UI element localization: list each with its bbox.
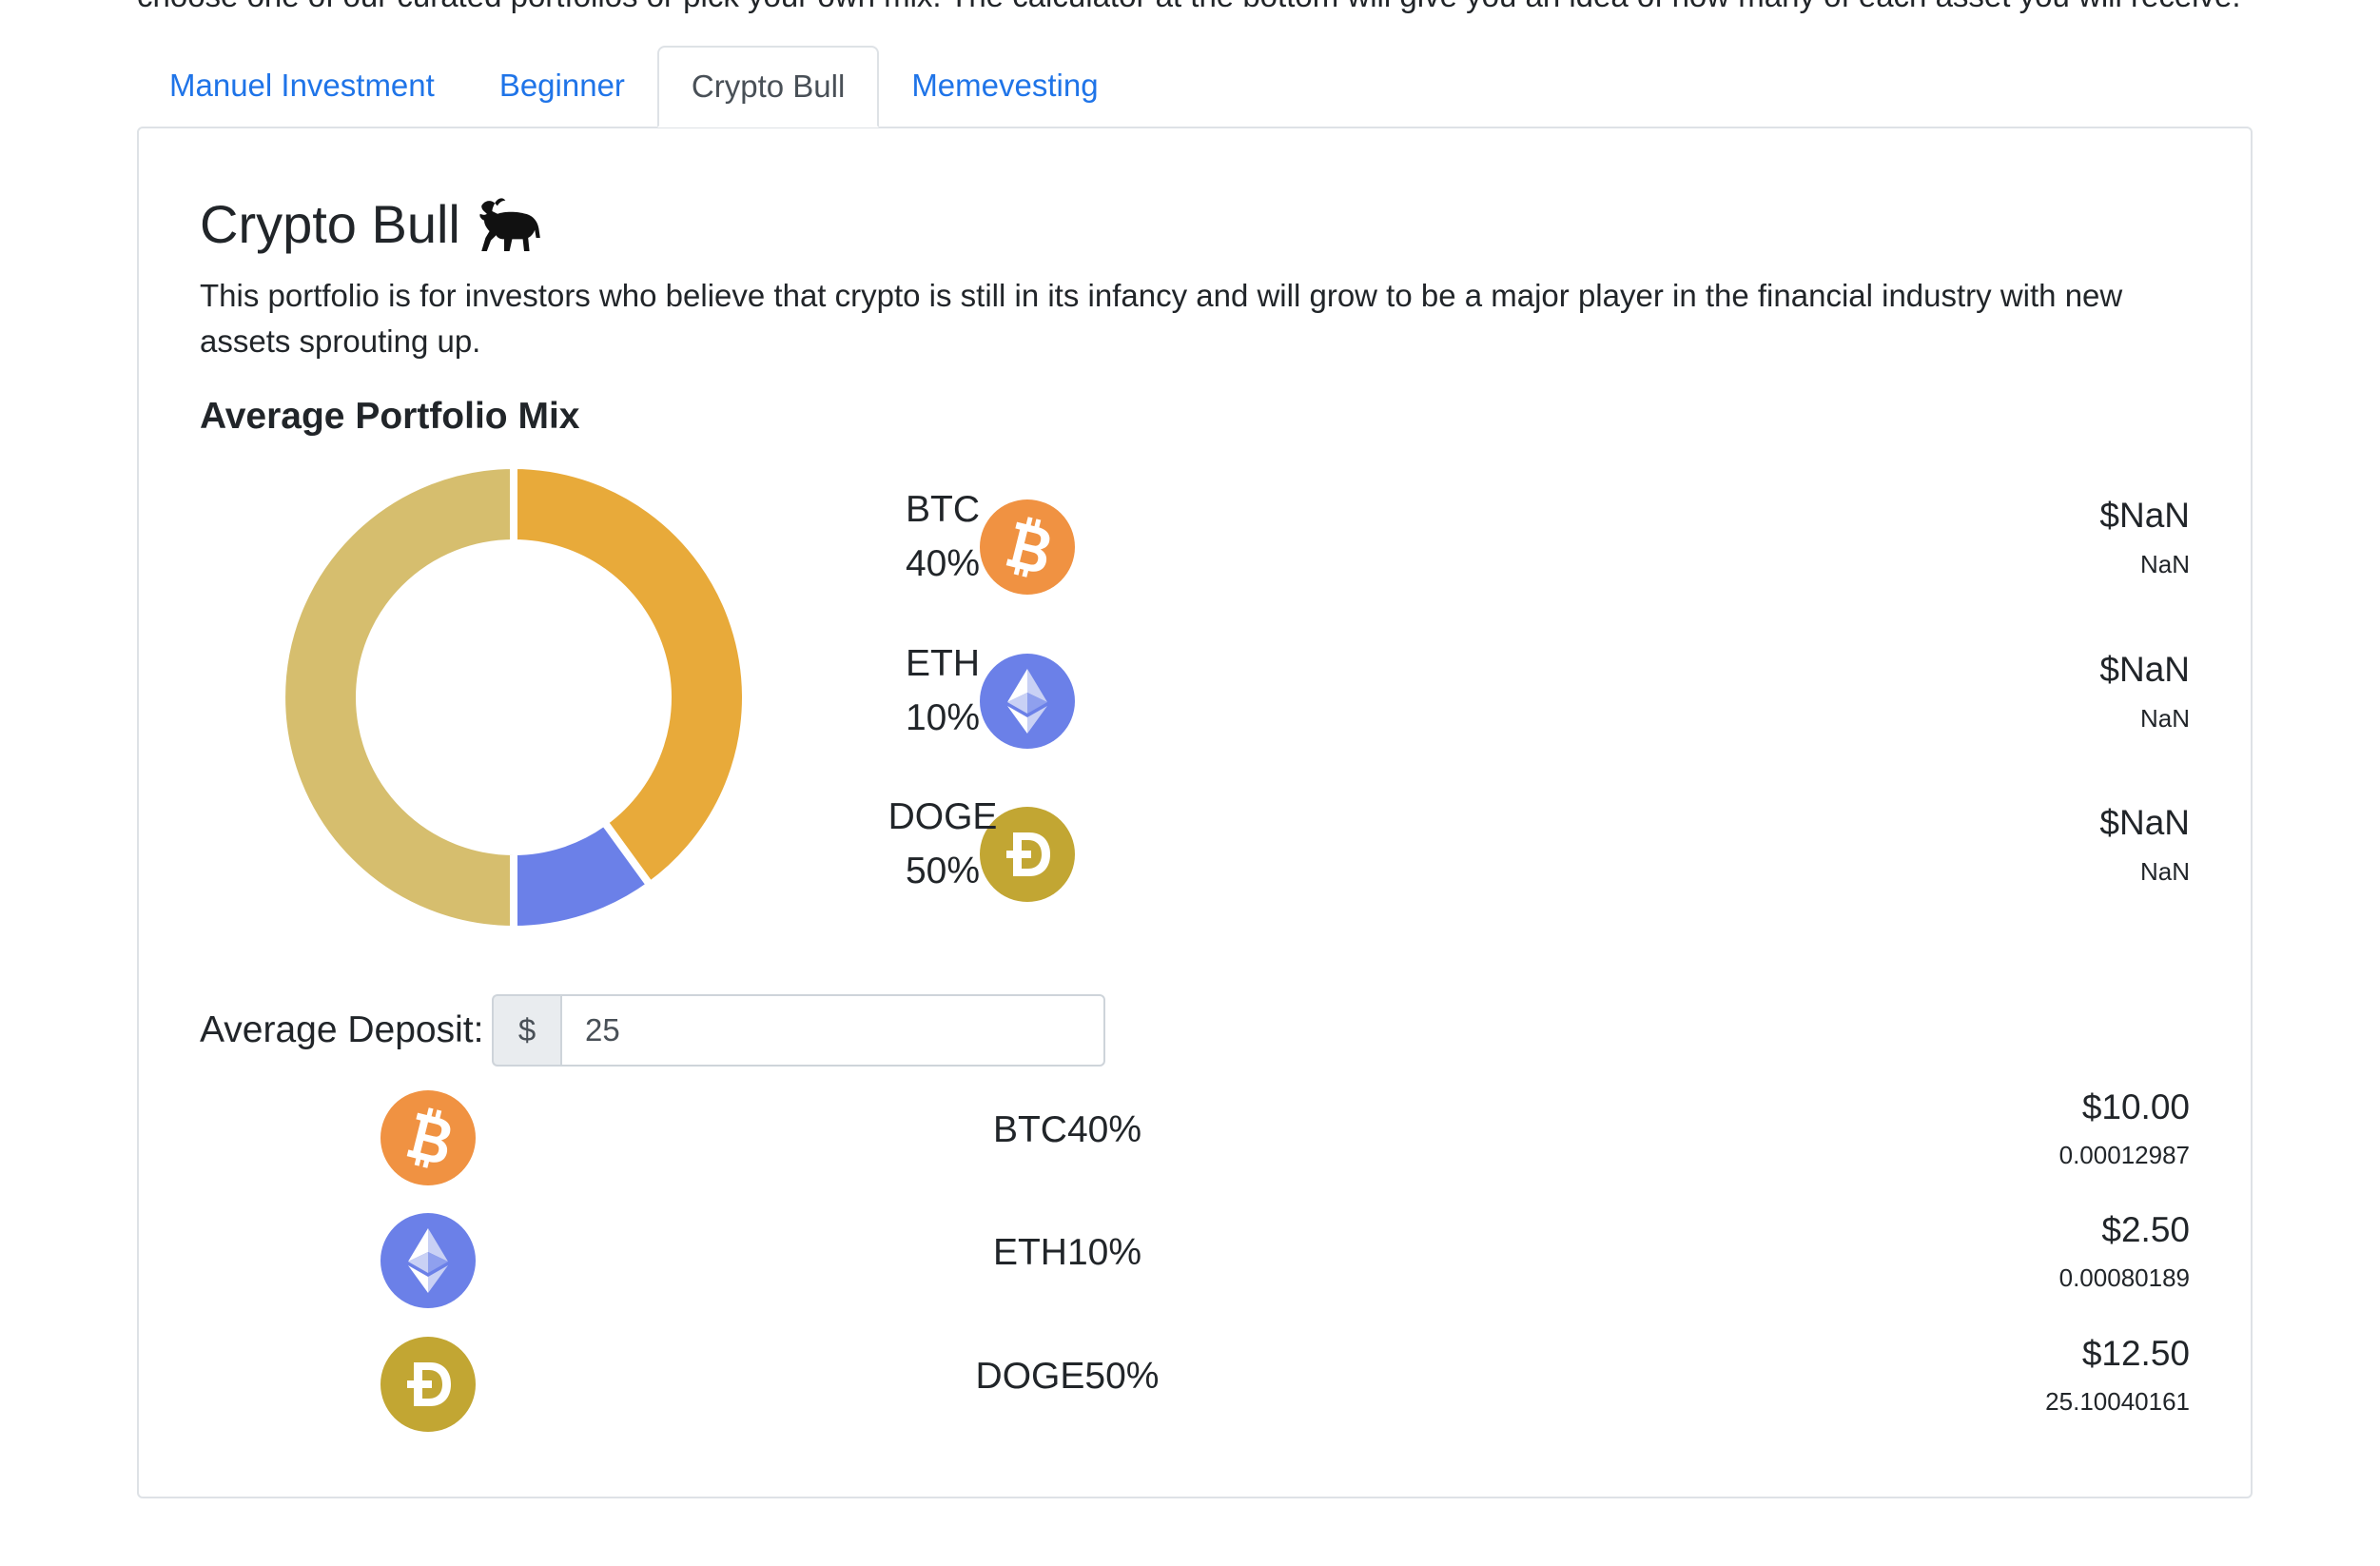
mix-asset-percent: 50% [905,851,981,891]
mix-asset-symbol: DOGE [888,796,998,837]
portfolio-mix-donut-chart [280,463,748,931]
calc-asset-label: ETH10% [992,1232,1142,1273]
ethereum-icon [380,1213,476,1308]
tab-crypto-bull[interactable]: Crypto Bull [656,46,880,127]
portfolio-title-text: Crypto Bull [200,194,460,254]
calc-asset-amount: 25.10040161 [2045,1387,2190,1416]
bull-icon [478,191,544,258]
mix-asset-amount: NaN [2139,550,2190,578]
donut-slice-btc[interactable] [510,463,748,891]
mix-asset-amount: NaN [2139,704,2190,733]
mix-asset-usd-value: $NaN [2099,803,2190,842]
bitcoin-icon [380,1090,476,1185]
mix-asset-usd-value: $NaN [2099,650,2190,689]
portfolio-title: Crypto Bull [200,191,544,258]
average-deposit-label: Average Deposit: [200,1009,484,1050]
tab-manuel-investment[interactable]: Manuel Investment [137,46,467,126]
mix-asset-symbol: ETH [906,643,980,684]
average-deposit-input-group: $ [492,994,1105,1067]
calc-asset-amount: 0.00012987 [2058,1141,2190,1169]
calc-asset-usd-value: $10.00 [2081,1087,2190,1126]
portfolio-card: Crypto Bull This portfolio is for invest… [137,127,2253,1498]
calc-asset-usd-value: $12.50 [2081,1334,2190,1373]
dollar-prefix: $ [492,994,560,1067]
dogecoin-icon [380,1337,476,1432]
tab-memevesting[interactable]: Memevesting [879,46,1130,126]
calc-asset-amount: 0.00080189 [2058,1263,2190,1292]
mix-asset-usd-value: $NaN [2099,496,2190,535]
calc-asset-label: DOGE50% [975,1356,1160,1397]
mix-asset-amount: NaN [2139,857,2190,886]
portfolio-tabs: Manuel Investment Beginner Crypto Bull M… [137,46,1131,127]
mix-asset-symbol: BTC [906,489,980,530]
calc-asset-usd-value: $2.50 [2101,1210,2190,1249]
donut-slice-doge[interactable] [280,463,517,931]
mix-asset-percent: 10% [905,697,981,738]
calc-asset-label: BTC40% [992,1109,1142,1150]
mix-asset-percent: 40% [905,543,981,584]
tab-beginner[interactable]: Beginner [467,46,657,126]
intro-text: choose one of our curated portfolios or … [137,0,2241,15]
portfolio-mix-title: Average Portfolio Mix [200,396,580,437]
average-deposit-input[interactable] [560,994,1105,1067]
portfolio-description: This portfolio is for investors who beli… [200,278,2123,359]
